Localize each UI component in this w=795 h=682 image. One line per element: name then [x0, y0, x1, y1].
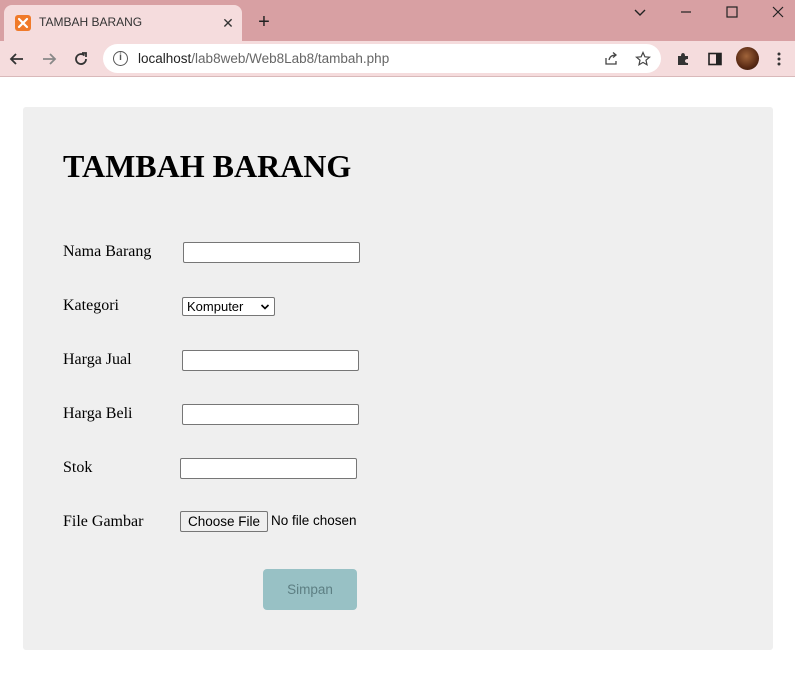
- page-title: TAMBAH BARANG: [63, 148, 352, 184]
- page-content: TAMBAH BARANG Nama Barang Kategori Kompu…: [0, 77, 795, 682]
- kategori-select[interactable]: Komputer: [182, 297, 275, 316]
- harga-beli-input[interactable]: [182, 404, 359, 425]
- nama-barang-label: Nama Barang: [63, 243, 152, 260]
- harga-jual-input[interactable]: [182, 350, 359, 371]
- back-icon[interactable]: [3, 45, 31, 73]
- harga-beli-label: Harga Beli: [63, 405, 133, 422]
- file-status-text: No file chosen: [271, 513, 357, 528]
- harga-jual-label: Harga Jual: [63, 351, 132, 368]
- side-panel-icon[interactable]: [703, 47, 727, 71]
- stok-input[interactable]: [180, 458, 357, 479]
- kategori-label: Kategori: [63, 297, 119, 314]
- maximize-icon[interactable]: [709, 0, 755, 30]
- browser-tab[interactable]: TAMBAH BARANG ✕: [4, 5, 242, 41]
- window-close-icon[interactable]: [755, 0, 795, 30]
- share-icon[interactable]: [600, 48, 622, 70]
- url-text[interactable]: localhost/lab8web/Web8Lab8/tambah.php: [138, 51, 389, 66]
- browser-toolbar: i localhost/lab8web/Web8Lab8/tambah.php: [0, 41, 795, 77]
- tab-search-icon[interactable]: [617, 0, 663, 30]
- site-info-icon[interactable]: i: [113, 51, 128, 66]
- nama-barang-input[interactable]: [183, 242, 360, 263]
- address-bar[interactable]: i localhost/lab8web/Web8Lab8/tambah.php: [103, 44, 661, 73]
- stok-label: Stok: [63, 459, 93, 476]
- bookmark-star-icon[interactable]: [632, 48, 654, 70]
- simpan-button[interactable]: Simpan: [263, 569, 357, 610]
- tab-close-icon[interactable]: ✕: [218, 13, 238, 33]
- extensions-puzzle-icon[interactable]: [671, 47, 695, 71]
- file-gambar-label: File Gambar: [63, 513, 144, 530]
- choose-file-button[interactable]: Choose File: [180, 511, 268, 532]
- title-bar: TAMBAH BARANG ✕ +: [0, 0, 795, 41]
- chevron-down-icon: [260, 298, 270, 318]
- profile-avatar[interactable]: [736, 47, 759, 70]
- menu-kebab-icon[interactable]: [767, 47, 791, 71]
- url-host: localhost: [138, 51, 192, 66]
- minimize-icon[interactable]: [663, 0, 709, 30]
- tab-title: TAMBAH BARANG: [39, 15, 143, 29]
- form-card: TAMBAH BARANG Nama Barang Kategori Kompu…: [23, 107, 773, 650]
- kategori-selected-value: Komputer: [187, 299, 244, 314]
- forward-icon[interactable]: [35, 45, 63, 73]
- url-path: /lab8web/Web8Lab8/tambah.php: [191, 51, 390, 66]
- xampp-favicon-icon: [15, 15, 31, 31]
- reload-icon[interactable]: [67, 45, 95, 73]
- new-tab-button[interactable]: +: [252, 11, 276, 35]
